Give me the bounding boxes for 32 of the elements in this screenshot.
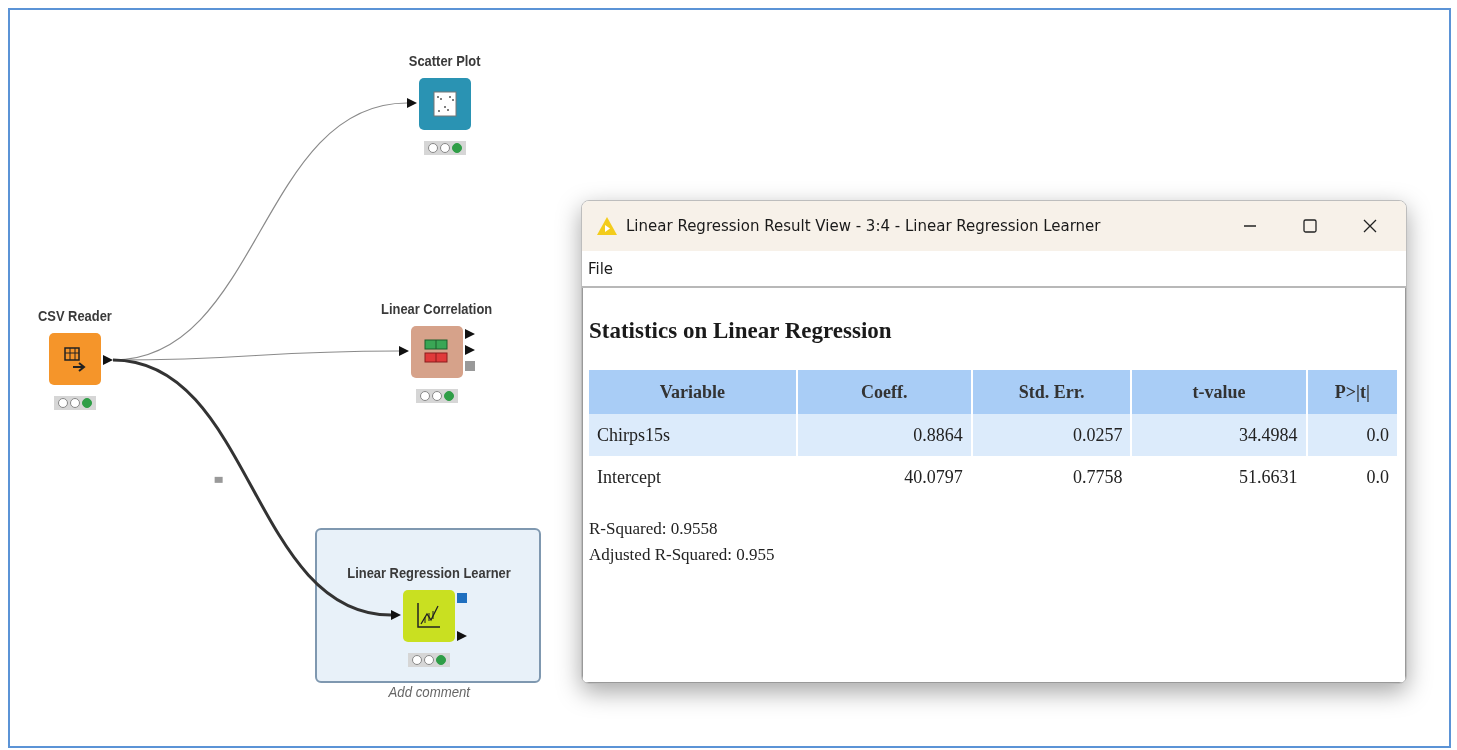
status-lights [416,389,458,403]
node-label: Scatter Plot [409,51,481,71]
table-cell: 34.4984 [1132,414,1306,456]
table-cell: 0.0 [1307,414,1397,456]
table-cell-text: 0.7758 [1072,465,1124,489]
table-cell: 0.0257 [972,414,1131,456]
column-header: t-value [1132,370,1306,414]
table-cell: 0.8864 [797,414,971,456]
table-cell-text: 0.0 [1365,465,1390,489]
close-icon[interactable] [1362,218,1378,234]
status-lights [424,141,466,155]
table-cell: Chirps15s [589,414,796,456]
status-lights [54,396,96,410]
column-header: Std. Err. [972,370,1131,414]
node-label: CSV Reader [38,306,112,326]
report-heading: Statistics on Linear Regression [589,318,893,344]
table-cell-text: Intercept [596,465,662,489]
maximize-icon[interactable] [1302,218,1318,234]
statistic-text: Adjusted R-Squared: 0.955 [589,544,776,566]
column-header: Variable [589,370,796,414]
comment-placeholder[interactable]: Add comment [388,683,470,700]
window-title: Linear Regression Result View - 3:4 - Linear Regression Learner [626,217,1102,235]
statistic-text: R-Squared: 0.9558 [589,518,719,540]
node-label: Linear Correlation [381,299,493,319]
column-header: P>|t| [1307,370,1397,414]
menu-item[interactable]: File [588,259,614,278]
warning-triangle-icon [596,216,618,236]
node-label: Linear Regression Learner [347,563,511,583]
table-cell-text: 40.0797 [903,465,964,489]
status-lights [408,653,450,667]
table-cell-text: 51.6631 [1238,465,1299,489]
column-header: Coeff. [797,370,971,414]
